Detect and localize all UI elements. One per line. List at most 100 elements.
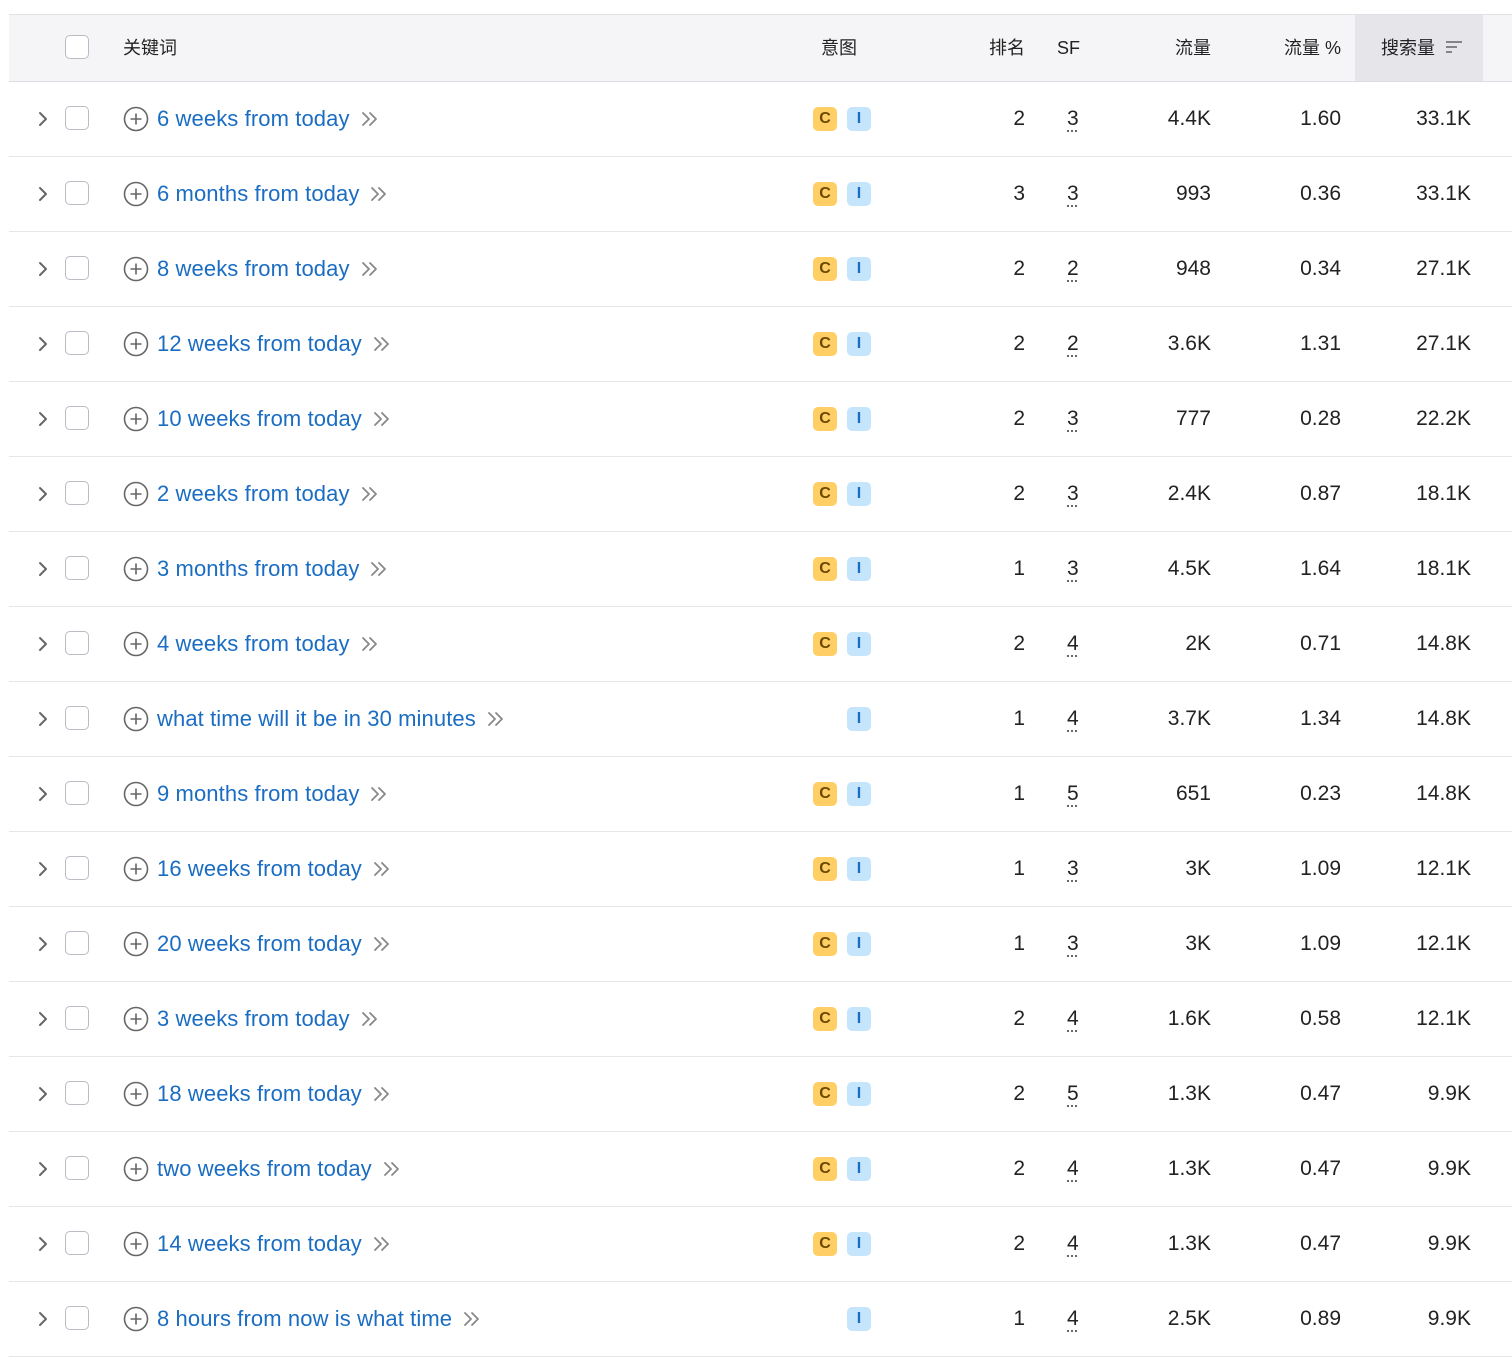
keyword-overview-chevrons-icon[interactable] [372,1235,392,1253]
keyword-overview-chevrons-icon[interactable] [462,1310,482,1328]
add-keyword-icon[interactable] [123,556,149,582]
column-header-volume[interactable]: 搜索量 [1355,15,1483,81]
row-checkbox[interactable] [65,706,89,730]
row-checkbox[interactable] [65,1006,89,1030]
expand-chevron-icon[interactable] [33,784,53,804]
sf-cell[interactable]: 2 [1067,232,1079,306]
sf-cell[interactable]: 4 [1067,982,1079,1056]
column-header-traffic[interactable]: 流量 [1109,15,1211,81]
sf-count[interactable]: 2 [1067,332,1079,355]
sf-cell[interactable]: 4 [1067,607,1079,681]
add-keyword-icon[interactable] [123,256,149,282]
expand-chevron-icon[interactable] [33,334,53,354]
keyword-overview-chevrons-icon[interactable] [372,1085,392,1103]
keyword-link[interactable]: 18 weeks from today [157,1081,362,1107]
sf-count[interactable]: 3 [1067,182,1079,205]
add-keyword-icon[interactable] [123,631,149,657]
expand-chevron-icon[interactable] [33,634,53,654]
expand-chevron-icon[interactable] [33,1309,53,1329]
keyword-link[interactable]: what time will it be in 30 minutes [157,706,476,732]
expand-chevron-icon[interactable] [33,859,53,879]
sf-cell[interactable]: 3 [1067,532,1079,606]
add-keyword-icon[interactable] [123,331,149,357]
sf-cell[interactable]: 4 [1067,1207,1079,1281]
row-checkbox[interactable] [65,631,89,655]
column-header-intent[interactable]: 意图 [821,15,857,81]
sf-count[interactable]: 5 [1067,1082,1079,1105]
sf-count[interactable]: 3 [1067,557,1079,580]
keyword-link[interactable]: 9 months from today [157,781,359,807]
keyword-overview-chevrons-icon[interactable] [382,1160,402,1178]
row-checkbox[interactable] [65,556,89,580]
keyword-overview-chevrons-icon[interactable] [360,485,380,503]
sf-count[interactable]: 3 [1067,932,1079,955]
sf-cell[interactable]: 5 [1067,1057,1079,1131]
row-checkbox[interactable] [65,931,89,955]
row-checkbox[interactable] [65,1081,89,1105]
keyword-link[interactable]: two weeks from today [157,1156,372,1182]
sf-cell[interactable]: 5 [1067,757,1079,831]
keyword-overview-chevrons-icon[interactable] [372,335,392,353]
sf-count[interactable]: 3 [1067,107,1079,130]
sf-count[interactable]: 5 [1067,782,1079,805]
sf-cell[interactable]: 3 [1067,907,1079,981]
keyword-link[interactable]: 12 weeks from today [157,331,362,357]
sf-count[interactable]: 4 [1067,632,1079,655]
keyword-link[interactable]: 8 hours from now is what time [157,1306,452,1332]
keyword-overview-chevrons-icon[interactable] [372,410,392,428]
keyword-overview-chevrons-icon[interactable] [486,710,506,728]
expand-chevron-icon[interactable] [33,559,53,579]
add-keyword-icon[interactable] [123,856,149,882]
sf-count[interactable]: 4 [1067,1232,1079,1255]
keyword-overview-chevrons-icon[interactable] [360,635,380,653]
add-keyword-icon[interactable] [123,1306,149,1332]
keyword-overview-chevrons-icon[interactable] [369,785,389,803]
keyword-overview-chevrons-icon[interactable] [369,185,389,203]
add-keyword-icon[interactable] [123,931,149,957]
add-keyword-icon[interactable] [123,1081,149,1107]
expand-chevron-icon[interactable] [33,1159,53,1179]
keyword-overview-chevrons-icon[interactable] [360,260,380,278]
expand-chevron-icon[interactable] [33,184,53,204]
keyword-link[interactable]: 8 weeks from today [157,256,350,282]
column-header-traffic-pct[interactable]: 流量 % [1239,15,1341,81]
sf-cell[interactable]: 3 [1067,832,1079,906]
expand-chevron-icon[interactable] [33,709,53,729]
sf-count[interactable]: 3 [1067,407,1079,430]
sf-count[interactable]: 3 [1067,857,1079,880]
sf-count[interactable]: 3 [1067,482,1079,505]
row-checkbox[interactable] [65,1156,89,1180]
sf-cell[interactable]: 3 [1067,457,1079,531]
keyword-overview-chevrons-icon[interactable] [372,860,392,878]
add-keyword-icon[interactable] [123,1156,149,1182]
row-checkbox[interactable] [65,856,89,880]
row-checkbox[interactable] [65,256,89,280]
keyword-overview-chevrons-icon[interactable] [360,110,380,128]
add-keyword-icon[interactable] [123,106,149,132]
keyword-link[interactable]: 16 weeks from today [157,856,362,882]
row-checkbox[interactable] [65,1231,89,1255]
keyword-link[interactable]: 6 months from today [157,181,359,207]
keyword-link[interactable]: 14 weeks from today [157,1231,362,1257]
add-keyword-icon[interactable] [123,1231,149,1257]
add-keyword-icon[interactable] [123,406,149,432]
keyword-link[interactable]: 10 weeks from today [157,406,362,432]
sf-cell[interactable]: 2 [1067,307,1079,381]
column-header-sf[interactable]: SF [1057,15,1080,81]
row-checkbox[interactable] [65,481,89,505]
expand-chevron-icon[interactable] [33,409,53,429]
expand-chevron-icon[interactable] [33,1009,53,1029]
row-checkbox[interactable] [65,331,89,355]
sf-cell[interactable]: 4 [1067,1282,1079,1356]
keyword-overview-chevrons-icon[interactable] [360,1010,380,1028]
add-keyword-icon[interactable] [123,181,149,207]
sf-count[interactable]: 4 [1067,1157,1079,1180]
row-checkbox[interactable] [65,181,89,205]
expand-chevron-icon[interactable] [33,484,53,504]
add-keyword-icon[interactable] [123,1006,149,1032]
column-header-rank[interactable]: 排名 [949,15,1025,81]
row-checkbox[interactable] [65,781,89,805]
sf-count[interactable]: 4 [1067,707,1079,730]
keyword-link[interactable]: 20 weeks from today [157,931,362,957]
add-keyword-icon[interactable] [123,706,149,732]
